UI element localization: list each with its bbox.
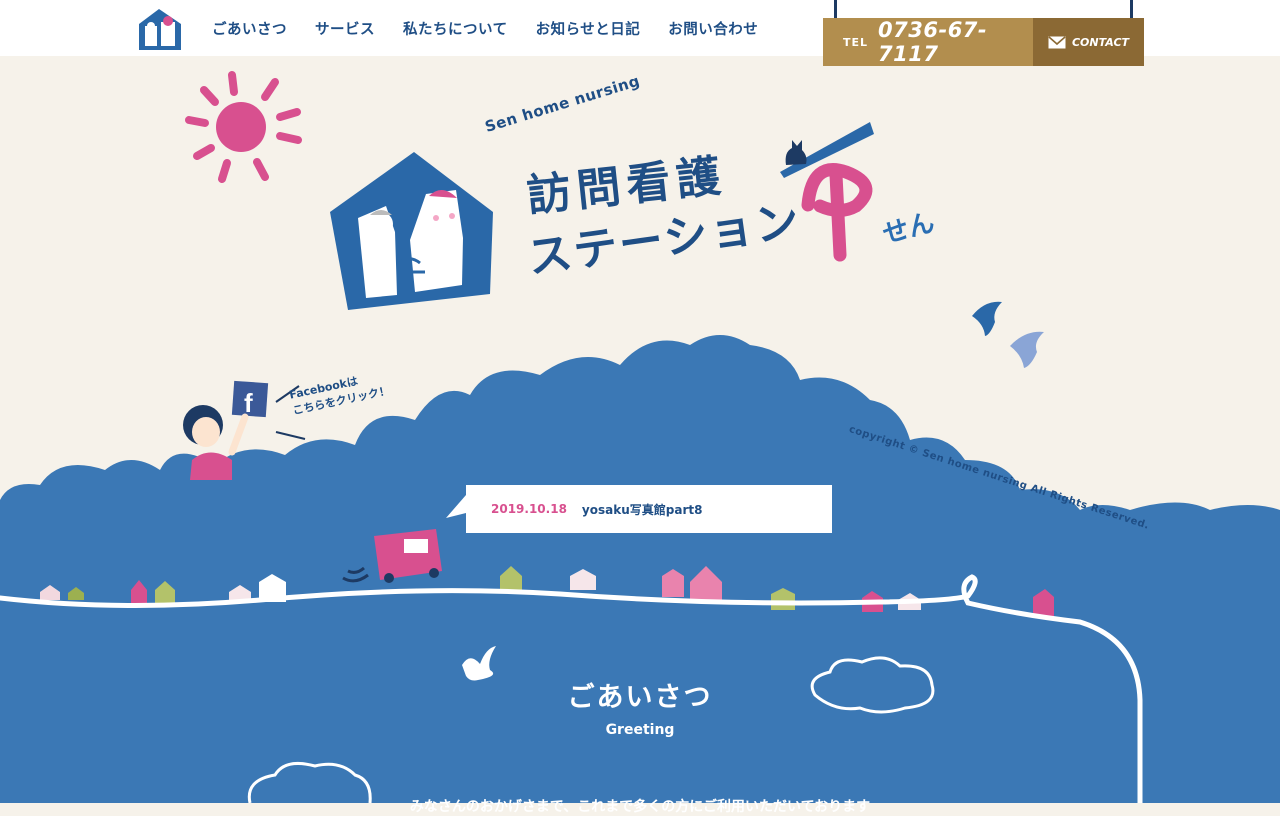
sun-icon bbox=[185, 71, 302, 183]
greeting-subtitle: Greeting bbox=[605, 722, 675, 738]
svg-text:f: f bbox=[244, 388, 253, 418]
main-nav: ごあいさつ サービス 私たちについて お知らせと日記 お問い合わせ bbox=[198, 0, 772, 56]
facebook-icon[interactable]: f bbox=[231, 380, 269, 418]
news-ticker[interactable]: 2019.10.18 yosaku写真館part8 bbox=[466, 485, 832, 533]
nav-item-greeting[interactable]: ごあいさつ bbox=[212, 18, 287, 39]
bird-icon bbox=[972, 301, 1044, 368]
logo-house-icon bbox=[330, 152, 493, 310]
news-date: 2019.10.18 bbox=[491, 502, 567, 516]
nav-item-contact[interactable]: お問い合わせ bbox=[668, 18, 758, 39]
contact-sign: TEL 0736-67-7117 CONTACT bbox=[823, 0, 1144, 66]
site-logo-icon[interactable] bbox=[137, 7, 183, 51]
greeting-title: ごあいさつ bbox=[567, 682, 713, 713]
contact-button[interactable]: CONTACT bbox=[1033, 18, 1144, 66]
nav-item-service[interactable]: サービス bbox=[315, 18, 375, 39]
nav-item-news[interactable]: お知らせと日記 bbox=[536, 18, 641, 39]
tel-label: TEL bbox=[843, 35, 869, 49]
greeting-body: みなさんのおかげさまで、これまで多くの方にご利用いただいております bbox=[409, 799, 871, 815]
tel-number: 0736-67-7117 bbox=[878, 18, 988, 66]
news-title-link[interactable]: yosaku写真館part8 bbox=[582, 501, 703, 518]
mail-icon bbox=[1048, 35, 1066, 48]
tel-button[interactable]: TEL 0736-67-7117 bbox=[823, 18, 1033, 66]
contact-label: CONTACT bbox=[1071, 35, 1130, 49]
nav-item-about[interactable]: 私たちについて bbox=[403, 18, 508, 39]
